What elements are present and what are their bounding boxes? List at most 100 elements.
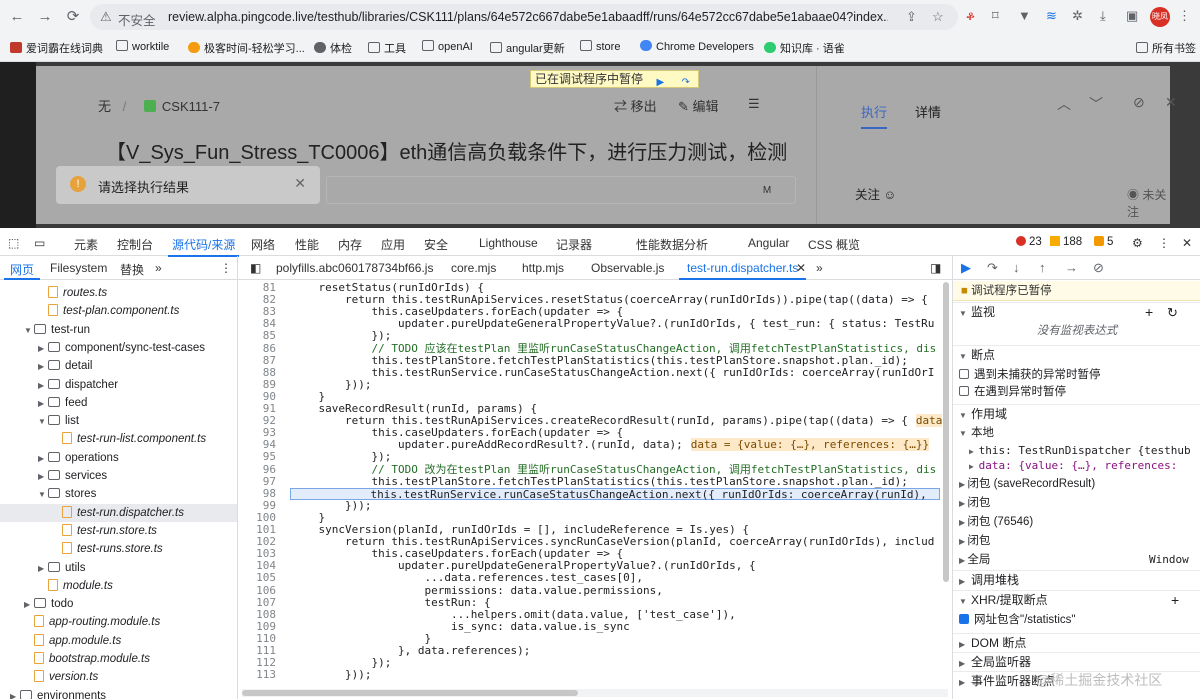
tab-elements[interactable]: 元素 [74,236,98,253]
pause-uncaught-option[interactable]: 遇到未捕获的异常时暂停 [953,366,1200,384]
chevron-right-icon[interactable]: ▶ [38,560,48,578]
bookmark-item[interactable]: worktile [116,40,169,53]
step-icon[interactable]: → [1065,260,1078,275]
closure-scope[interactable]: ▶ 闭包 (76546) [953,513,1200,531]
download-icon[interactable]: ⤓ [1100,8,1106,24]
tree-file[interactable]: test-run-list.component.ts [0,430,237,448]
address-bar[interactable]: ⚠ 不安全 review.alpha.pingcode.live/testhub… [90,4,958,30]
tree-folder[interactable]: ▶ component/sync-test-cases [0,339,237,358]
chevron-right-icon[interactable]: ▶ [38,395,48,413]
chevron-right-icon[interactable]: ▶ [10,688,20,699]
tree-file[interactable]: module.ts [0,577,237,595]
tab-security[interactable]: 安全 [424,236,448,253]
scope-var-data[interactable]: ▶ data: {value: {…}, references: [953,457,1200,475]
tree-folder[interactable]: ▶ services [0,467,237,486]
toggle-navigator-icon[interactable]: ◧ [250,261,261,275]
url-text[interactable]: review.alpha.pingcode.live/testhub/libra… [168,10,888,24]
device-toggle-icon[interactable]: ▭ [34,236,45,250]
chevron-right-icon[interactable]: ▶ [38,358,48,376]
close-tab-icon[interactable]: ✕ [796,261,806,275]
bookmark-item[interactable]: openAI [422,40,473,53]
toggle-debugger-icon[interactable]: ◨ [930,261,941,275]
scope-section[interactable]: ▼ 作用域 [953,404,1200,423]
editor-tab-active[interactable]: test-run.dispatcher.ts [678,261,807,280]
bookmark-item[interactable]: angular更新 [490,40,565,56]
edit-button[interactable]: ✎ 编辑 [678,96,719,115]
scroll-thumb[interactable] [242,690,578,696]
inspect-icon[interactable]: ⬚ [8,236,19,250]
close-icon[interactable]: ✕ [1165,94,1177,111]
tab-console[interactable]: 控制台 [117,236,153,253]
bookmark-item[interactable]: 知识库 · 语雀 [764,40,845,56]
bookmark-item[interactable]: store [580,40,620,53]
chevron-down-icon[interactable]: ▼ [24,322,34,340]
tab-lighthouse[interactable]: Lighthouse [479,236,538,250]
tab-page[interactable]: 网页 [3,261,41,280]
tab-performance[interactable]: 性能 [295,236,319,253]
line-number[interactable]: 88 [238,366,276,379]
extension-icon-a[interactable]: ቆ [966,8,975,24]
tree-folder[interactable]: ▶ dispatcher [0,376,237,395]
checkbox-checked[interactable] [959,614,969,624]
chevron-right-icon[interactable]: ▶ [38,468,48,486]
more-tabs-icon[interactable]: » [816,261,823,275]
checkbox[interactable] [959,369,969,379]
more-icon[interactable]: ☰ [748,96,760,112]
share-icon[interactable]: ⇪ [906,9,917,25]
refresh-icon[interactable]: ↻ [1167,303,1178,322]
tree-folder[interactable]: ▶ utils [0,559,237,578]
tab-detail[interactable]: 详情 [915,102,941,121]
bookmark-item[interactable]: 爱词霸在线词典 [10,40,103,56]
warning-icon[interactable]: ⚠ [100,9,112,25]
chevron-down-icon[interactable]: ▼ [38,486,48,504]
dom-breakpoints-section[interactable]: ▶ DOM 断点 [953,633,1200,652]
bookmark-item[interactable]: 体检 [314,40,352,56]
scroll-thumb[interactable] [943,282,949,582]
sidepanel-icon[interactable]: ▣ [1126,8,1138,24]
forward-icon[interactable]: → [34,6,56,28]
global-listeners-section[interactable]: ▶ 全局监听器 [953,652,1200,671]
line-number[interactable]: 87 [238,354,276,367]
editor-tab[interactable]: http.mjs [522,261,564,275]
close-icon[interactable]: ✕ [294,175,306,192]
tree-file[interactable]: test-plan.component.ts [0,302,237,320]
tree-file[interactable]: routes.ts [0,284,237,302]
line-number[interactable]: 86 [238,342,276,355]
tree-folder[interactable]: ▼ test-run [0,321,237,340]
puzzle-icon[interactable]: ✲ [1072,8,1083,24]
tree-file[interactable]: version.ts [0,668,237,686]
line-number[interactable]: 106 [238,584,276,597]
add-icon[interactable]: + [1145,303,1153,322]
closure-scope[interactable]: ▶ 闭包 [953,532,1200,550]
chevron-right-icon[interactable]: ▶ [38,377,48,395]
tree-folder[interactable]: ▶ operations [0,449,237,467]
extension-icon-stack[interactable]: ≋ [1046,8,1057,24]
move-out-button[interactable]: ⇄ 移出 [614,96,657,115]
tree-folder[interactable]: ▼ list [0,412,237,430]
bookmark-icon[interactable]: ⌑ [992,8,999,24]
extension-icon-v[interactable]: ▼ [1018,8,1031,23]
bookmark-item[interactable]: Chrome Developers [640,40,754,53]
tree-folder[interactable]: ▶ detail [0,357,237,376]
back-icon[interactable]: ← [6,6,28,28]
more-icon[interactable]: ⋮ [1158,236,1170,250]
editor-tab[interactable]: core.mjs [451,261,496,275]
tab-overrides[interactable]: 替换 [120,261,144,278]
add-icon[interactable]: + [1171,591,1179,610]
tab-execute[interactable]: 执行 [861,102,888,129]
error-count[interactable]: 23 [1016,236,1042,248]
warning-count[interactable]: 188 [1050,236,1082,248]
chevron-right-icon[interactable]: ▶ [38,340,48,358]
close-icon[interactable]: ✕ [1182,236,1192,250]
tree-folder[interactable]: ▶ todo [0,595,237,613]
closure-scope[interactable]: ▶ 闭包 (saveRecordResult) [953,475,1200,493]
call-stack-section[interactable]: ▶ 调用堆栈 [953,570,1200,589]
profile-avatar[interactable]: 晓凤 [1150,7,1170,27]
global-scope[interactable]: ▶ 全局 Window [953,551,1200,569]
line-number[interactable]: 113 [238,669,276,681]
more-icon[interactable]: ⋮ [220,261,232,275]
pin-icon[interactable]: ⊘ [1133,94,1145,111]
bookmark-item[interactable]: 工具 [368,40,406,56]
watch-section[interactable]: ▼ 监视 + ↻ [953,302,1200,321]
not-follow-button[interactable]: ◉ 未关注 [1127,186,1170,220]
